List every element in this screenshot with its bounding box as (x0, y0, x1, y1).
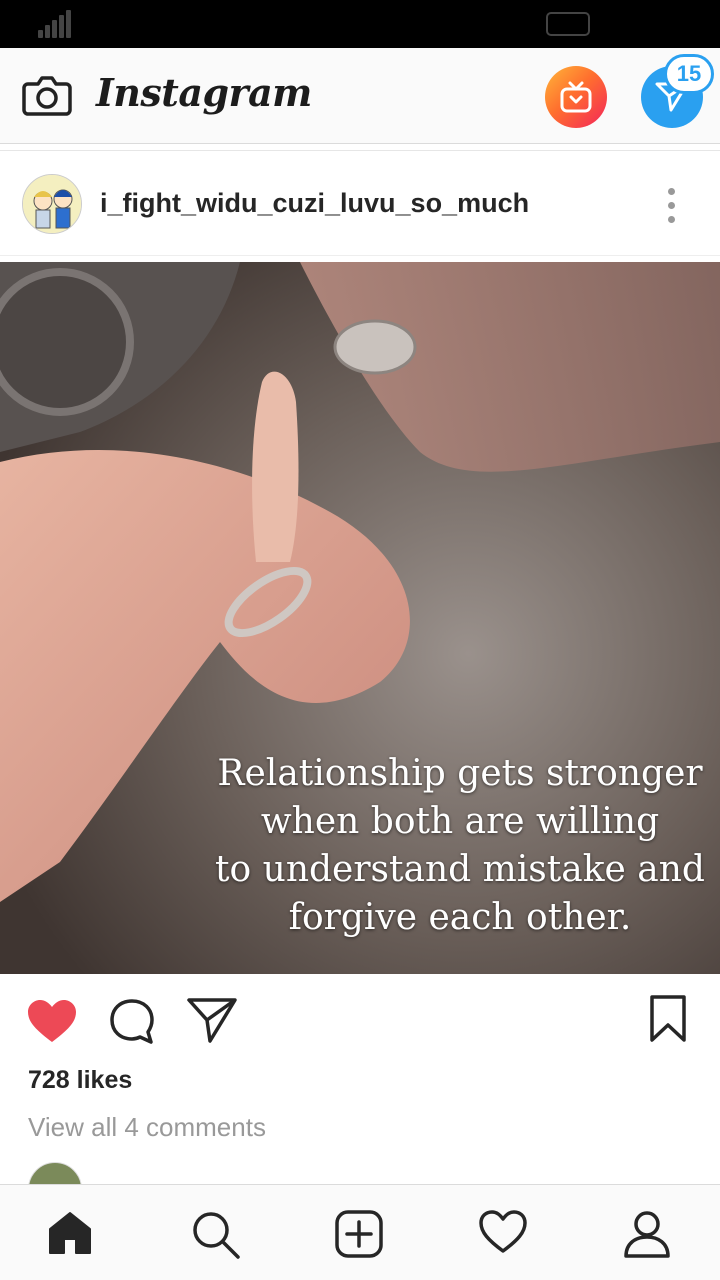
image-text-line: when both are willing (260, 801, 660, 842)
new-post-icon[interactable] (328, 1203, 388, 1263)
avatar[interactable] (22, 174, 82, 234)
image-text-overlay: Relationship gets stronger when both are… (200, 750, 720, 942)
view-comments-link[interactable]: View all 4 comments (28, 1112, 266, 1143)
image-text-line: Relationship gets stronger (217, 753, 703, 794)
activity-heart-icon[interactable] (472, 1203, 532, 1263)
comment-icon[interactable] (108, 998, 156, 1046)
search-icon[interactable] (184, 1203, 244, 1263)
bottom-navigation (0, 1184, 720, 1280)
camera-icon[interactable] (22, 72, 72, 118)
avatar (28, 1162, 82, 1184)
home-icon[interactable] (40, 1203, 100, 1263)
signal-icon (38, 10, 72, 38)
app-logo: Instagram (96, 70, 312, 115)
divider (0, 150, 720, 151)
status-bar (0, 0, 720, 48)
add-comment-row[interactable] (0, 1158, 720, 1184)
post-username[interactable]: i_fight_widu_cuzi_luvu_so_much (100, 188, 529, 219)
profile-icon[interactable] (616, 1203, 676, 1263)
top-app-bar: Instagram (0, 48, 720, 144)
post-header: i_fight_widu_cuzi_luvu_so_much (0, 152, 720, 256)
image-text-line: to understand mistake and (215, 849, 705, 890)
like-heart-icon[interactable] (26, 998, 78, 1044)
like-count[interactable]: 728 likes (28, 1066, 132, 1095)
image-text-line: forgive each other. (288, 897, 632, 938)
direct-unread-badge: 15 (664, 54, 714, 94)
share-icon[interactable] (186, 996, 238, 1044)
igtv-icon[interactable] (545, 66, 607, 128)
battery-icon (546, 12, 590, 36)
bookmark-icon[interactable] (648, 994, 688, 1044)
post-image[interactable]: Relationship gets stronger when both are… (0, 262, 720, 974)
more-vertical-icon[interactable] (662, 186, 682, 226)
post-actions (0, 974, 720, 1064)
